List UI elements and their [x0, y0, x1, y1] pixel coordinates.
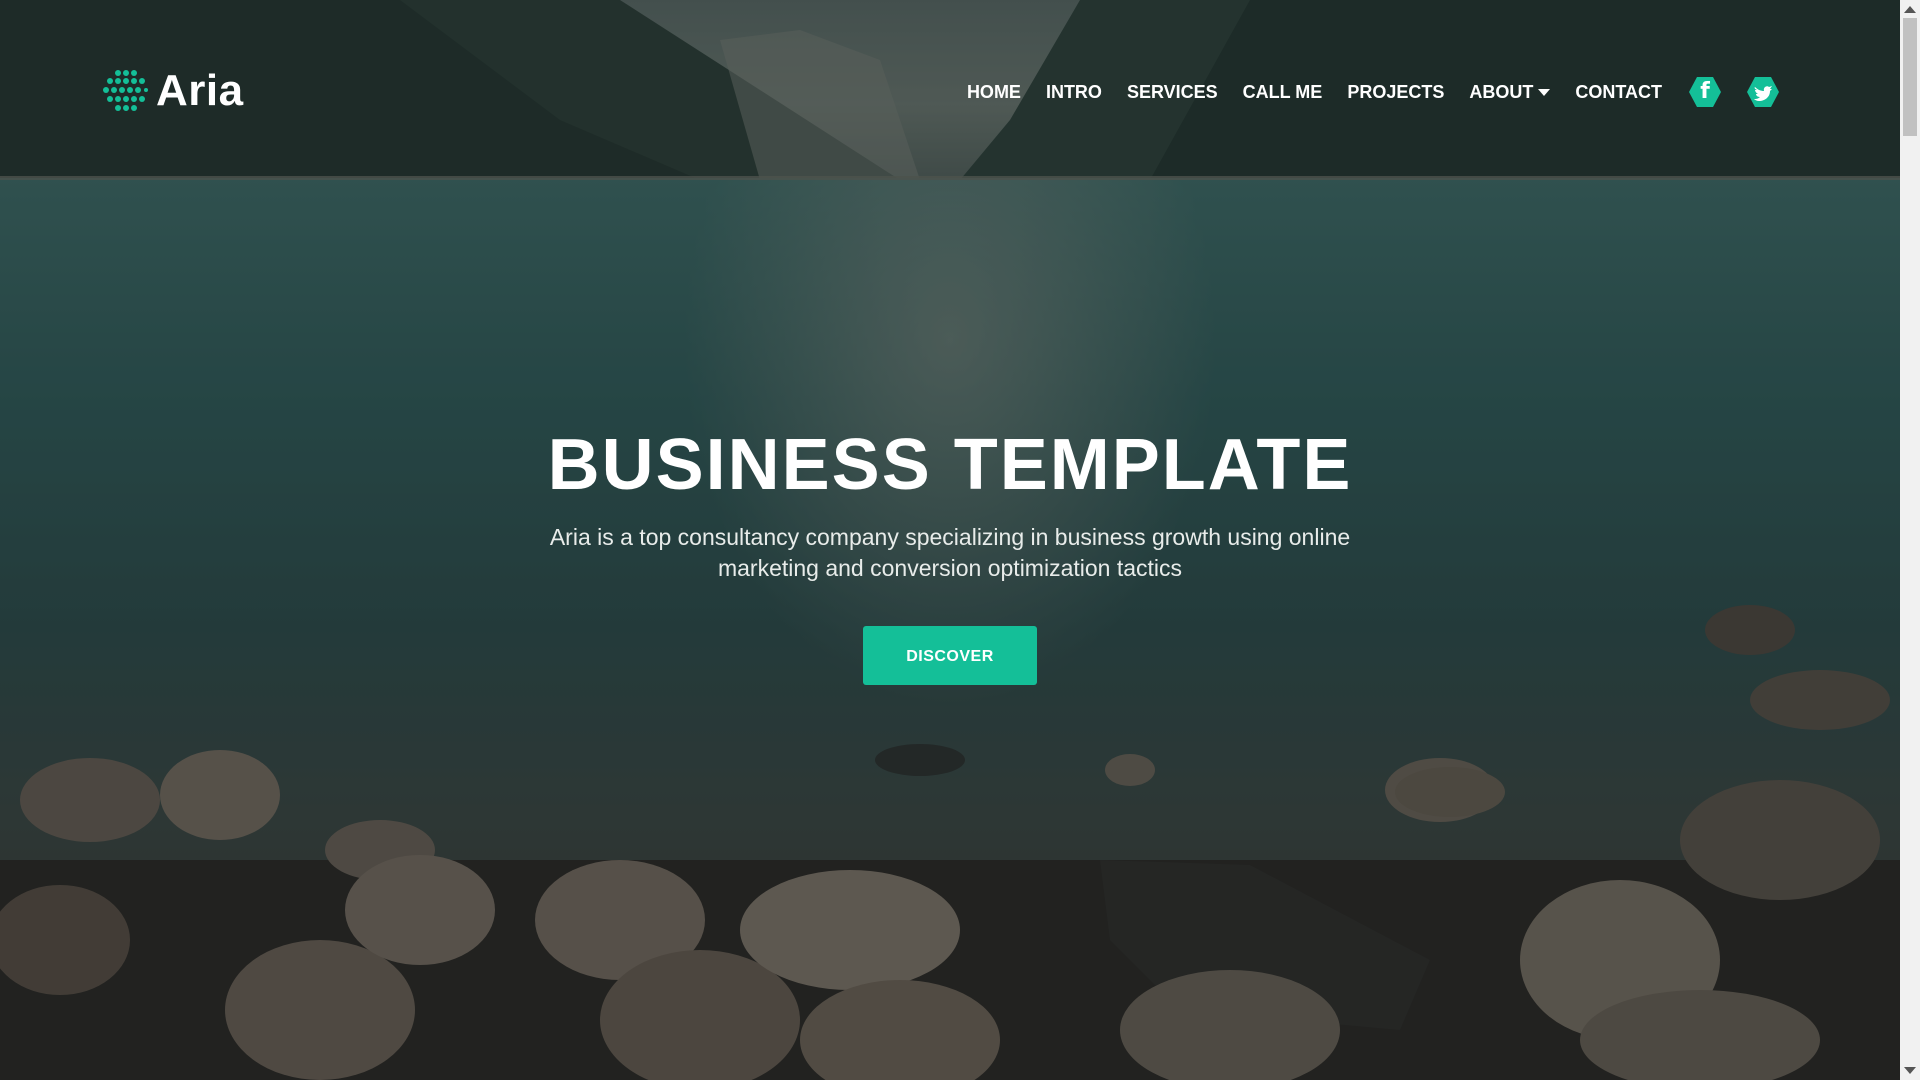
facebook-icon: f: [1700, 79, 1710, 104]
hero-title: BUSINESS TEMPLATE: [547, 425, 1353, 505]
nav-item-services[interactable]: SERVICES: [1127, 74, 1218, 110]
brand-name: Aria: [156, 66, 244, 115]
page-scrollbar[interactable]: [1900, 0, 1920, 1080]
facebook-link[interactable]: f: [1688, 76, 1722, 108]
logo-dots-icon: [103, 70, 148, 111]
scrollbar-thumb[interactable]: [1903, 18, 1917, 136]
nav-item-about[interactable]: ABOUT: [1469, 74, 1551, 110]
nav-item-call-me[interactable]: CALL ME: [1243, 74, 1323, 110]
hero-subtitle: Aria is a top consultancy company specia…: [549, 524, 1351, 581]
main-nav: HOME INTRO SERVICES CALL ME PROJECTS ABO…: [942, 74, 1780, 110]
brand-logo[interactable]: Aria: [100, 68, 244, 114]
nav-item-contact[interactable]: CONTACT: [1575, 74, 1662, 110]
twitter-link[interactable]: [1746, 76, 1780, 108]
hexagon-shape: [1747, 77, 1779, 107]
scroll-up-arrow-icon[interactable]: [1904, 6, 1916, 13]
nav-item-about-label: ABOUT: [1469, 82, 1534, 102]
scroll-down-arrow-icon[interactable]: [1904, 1067, 1916, 1074]
discover-button[interactable]: DISCOVER: [863, 626, 1037, 685]
page-viewport: Aria HOME INTRO SERVICES CALL ME PROJECT…: [0, 0, 1900, 1080]
nav-item-intro[interactable]: INTRO: [1046, 74, 1102, 110]
nav-item-home[interactable]: HOME: [967, 74, 1021, 110]
nav-item-projects[interactable]: PROJECTS: [1347, 74, 1444, 110]
chevron-down-icon: [1538, 88, 1551, 96]
site-header: Aria HOME INTRO SERVICES CALL ME PROJECT…: [0, 0, 1900, 180]
hero-section: BUSINESS TEMPLATE Aria is a top consulta…: [0, 420, 1900, 685]
